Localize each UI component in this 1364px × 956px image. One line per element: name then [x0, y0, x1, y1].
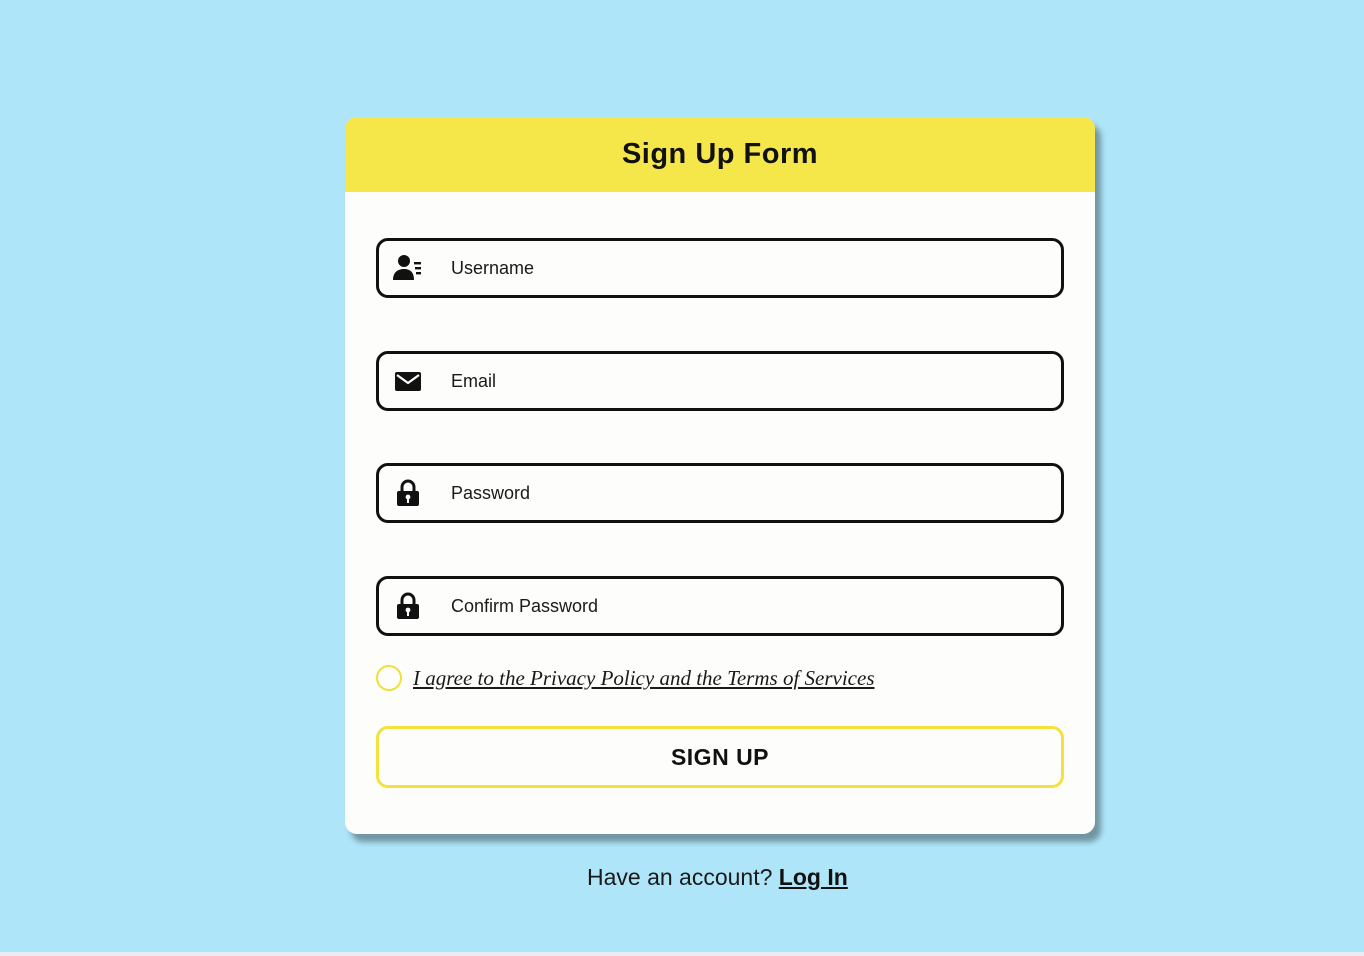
- email-field[interactable]: [376, 351, 1064, 411]
- login-link[interactable]: Log In: [779, 864, 848, 890]
- envelope-icon: [393, 366, 423, 396]
- confirm-password-input[interactable]: [451, 579, 1049, 633]
- password-input[interactable]: [451, 466, 1049, 520]
- password-field[interactable]: [376, 463, 1064, 523]
- email-input[interactable]: [451, 354, 1049, 408]
- agree-row: I agree to the Privacy Policy and the Te…: [376, 665, 875, 691]
- lock-icon: [393, 478, 423, 508]
- username-field[interactable]: [376, 238, 1064, 298]
- username-input[interactable]: [451, 241, 1049, 295]
- login-prompt: Have an account? Log In: [587, 864, 848, 891]
- lock-icon: [393, 591, 423, 621]
- confirm-password-field[interactable]: [376, 576, 1064, 636]
- login-prompt-text: Have an account?: [587, 864, 773, 890]
- agree-radio[interactable]: [376, 665, 402, 691]
- card-header: Sign Up Form: [345, 117, 1095, 192]
- terms-link[interactable]: I agree to the Privacy Policy and the Te…: [413, 666, 875, 691]
- signup-button[interactable]: SIGN UP: [376, 726, 1064, 788]
- signup-card: Sign Up Form Username Email I agree to t…: [345, 117, 1095, 834]
- page-bottom-strip: [0, 952, 1364, 956]
- user-list-icon: [393, 253, 423, 283]
- form-title: Sign Up Form: [621, 138, 819, 170]
